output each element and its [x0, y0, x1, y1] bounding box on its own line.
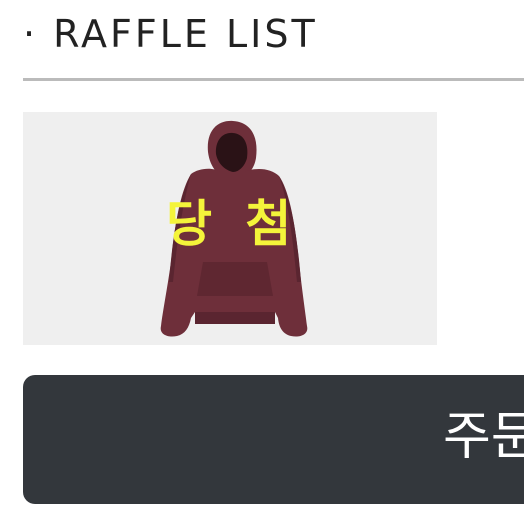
page-title: · RAFFLE LIST	[23, 12, 318, 56]
header-divider	[23, 78, 524, 81]
raffle-list-page: · RAFFLE LIST 당 첨 주문	[0, 0, 524, 523]
raffle-item-card[interactable]: 당 첨	[23, 112, 437, 345]
order-button[interactable]: 주문	[23, 375, 524, 504]
winner-status-label: 당 첨	[166, 195, 300, 253]
order-button-label: 주문	[443, 407, 524, 467]
